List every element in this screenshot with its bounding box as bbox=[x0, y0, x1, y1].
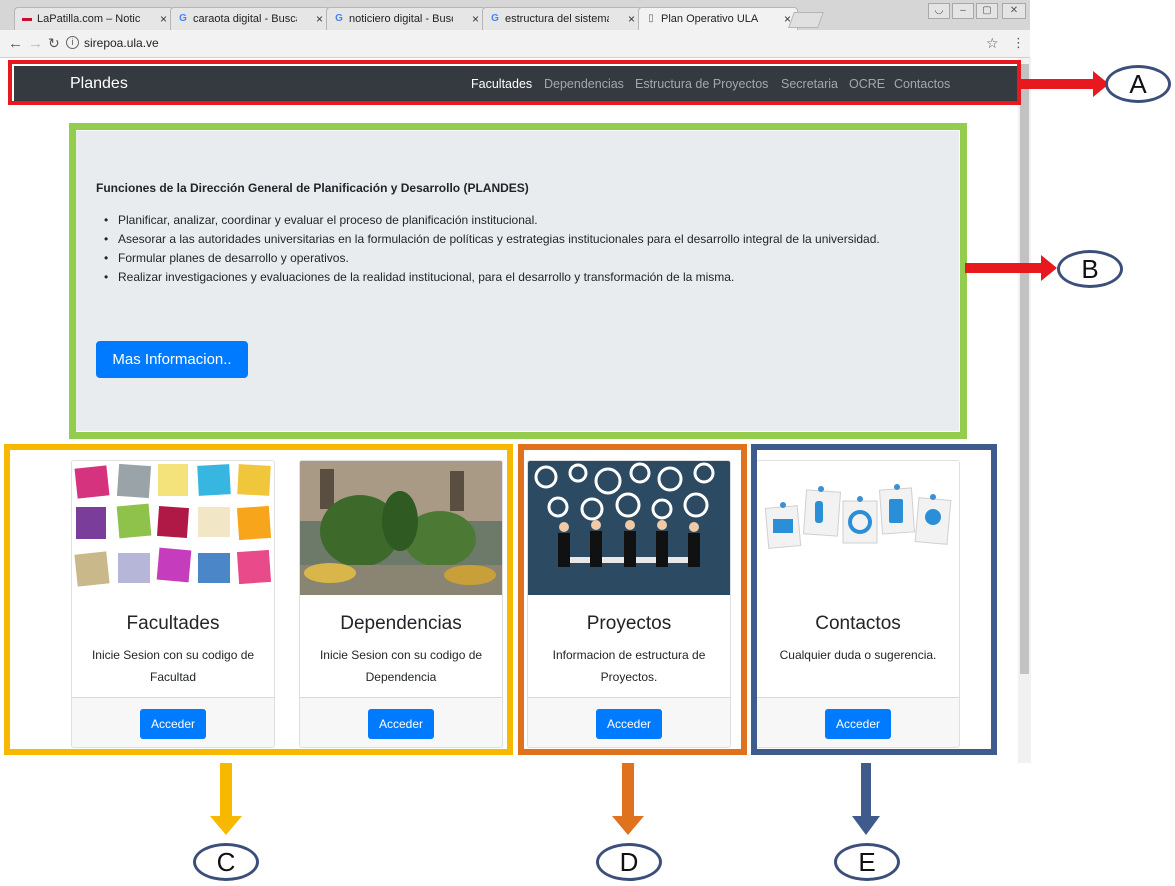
tab-title: estructura del sistema - I bbox=[505, 13, 609, 25]
callout-label-c: C bbox=[193, 843, 259, 881]
scrollbar-thumb[interactable] bbox=[1020, 64, 1029, 674]
close-tab-icon[interactable]: × bbox=[160, 12, 167, 26]
bookmark-star-icon[interactable]: ☆ bbox=[986, 35, 999, 52]
google-favicon-icon: G bbox=[491, 13, 499, 24]
arrow-a-icon bbox=[1021, 71, 1109, 97]
callout-frame-e bbox=[751, 444, 997, 755]
callout-frame-c bbox=[4, 444, 513, 755]
arrow-e-icon bbox=[852, 763, 880, 835]
callout-frame-b bbox=[69, 123, 967, 439]
page-icon: ▯ bbox=[648, 13, 654, 24]
close-window-icon[interactable]: ✕ bbox=[1002, 3, 1026, 19]
arrow-d-icon bbox=[612, 763, 644, 835]
tab-title: Plan Operativo ULA bbox=[661, 13, 759, 25]
callout-label-b: B bbox=[1057, 250, 1123, 288]
forward-arrow-icon[interactable]: → bbox=[28, 35, 43, 52]
profile-icon[interactable]: ◡ bbox=[928, 3, 950, 19]
lapatilla-favicon-icon: ▬ bbox=[22, 13, 32, 24]
reload-icon[interactable]: ↻ bbox=[48, 35, 60, 52]
callout-frame-a bbox=[8, 60, 1021, 105]
back-arrow-icon[interactable]: ← bbox=[8, 35, 23, 52]
minimize-icon[interactable]: – bbox=[952, 3, 974, 19]
info-icon[interactable]: i bbox=[66, 36, 79, 49]
new-tab-button[interactable] bbox=[788, 12, 824, 28]
close-tab-icon[interactable]: × bbox=[472, 12, 479, 26]
browser-tab[interactable]: G estructura del sistema - I × bbox=[482, 7, 642, 30]
tab-title: noticiero digital - Buscar bbox=[349, 13, 453, 25]
arrow-c-icon bbox=[210, 763, 242, 835]
menu-dots-icon[interactable]: ⋮ bbox=[1012, 35, 1025, 51]
callout-label-d: D bbox=[596, 843, 662, 881]
scrollbar[interactable] bbox=[1018, 58, 1031, 763]
browser-tab[interactable]: G caraota digital - Buscar c × bbox=[170, 7, 330, 30]
callout-label-e: E bbox=[834, 843, 900, 881]
tab-title: LaPatilla.com – Noticias bbox=[37, 13, 141, 25]
browser-tab-bar: ▬ LaPatilla.com – Noticias × G caraota d… bbox=[0, 0, 1030, 30]
tab-title: caraota digital - Buscar c bbox=[193, 13, 297, 25]
google-favicon-icon: G bbox=[335, 13, 343, 24]
browser-tab[interactable]: ▬ LaPatilla.com – Noticias × bbox=[14, 7, 174, 30]
callout-frame-d bbox=[518, 444, 747, 755]
url-field[interactable]: sirepoa.ula.ve bbox=[84, 36, 159, 50]
browser-tab-active[interactable]: ▯ Plan Operativo ULA × bbox=[638, 7, 798, 30]
annotated-screenshot: ▬ LaPatilla.com – Noticias × G caraota d… bbox=[0, 0, 1175, 886]
callout-label-a: A bbox=[1105, 65, 1171, 103]
browser-address-bar: ← → ↻ i sirepoa.ula.ve ☆ ⋮ bbox=[0, 30, 1030, 58]
browser-tab[interactable]: G noticiero digital - Buscar × bbox=[326, 7, 486, 30]
maximize-icon[interactable]: ▢ bbox=[976, 3, 998, 19]
close-tab-icon[interactable]: × bbox=[316, 12, 323, 26]
google-favicon-icon: G bbox=[179, 13, 187, 24]
close-tab-icon[interactable]: × bbox=[628, 12, 635, 26]
